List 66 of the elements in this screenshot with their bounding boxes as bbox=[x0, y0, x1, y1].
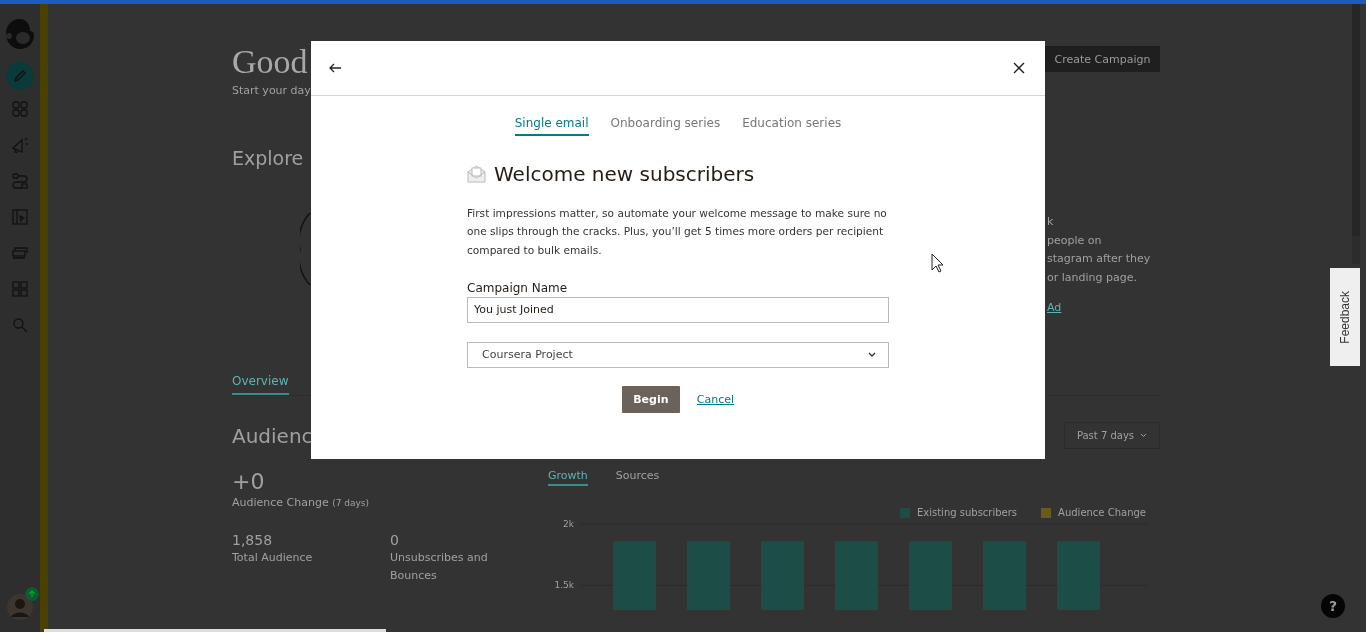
tab[interactable]: Onboarding series bbox=[610, 116, 721, 136]
chart-bar bbox=[909, 541, 952, 610]
close-icon bbox=[1013, 62, 1025, 74]
people-icon[interactable] bbox=[11, 100, 29, 118]
date-range-dropdown[interactable]: Past 7 days bbox=[1064, 422, 1160, 449]
chart-bar bbox=[983, 541, 1026, 610]
legend-swatch bbox=[899, 507, 910, 518]
chart-bar bbox=[613, 541, 656, 610]
stat-label: Unsubscribes and Bounces bbox=[390, 550, 489, 584]
back-button[interactable] bbox=[329, 63, 342, 73]
stat-value: +0 bbox=[232, 469, 266, 495]
cursor-icon bbox=[931, 253, 944, 273]
audience-dropdown[interactable]: Coursera Project bbox=[467, 341, 889, 368]
promo-text: k bbox=[1047, 214, 1055, 230]
legend-label: Existing subscribers bbox=[916, 507, 1018, 518]
description-text: First impressions matter, so automate your welcome message to make sure no one slips through the cracks. Plus, you’ll get 5 times more orders per recipient compared to bulk emails. bbox=[467, 206, 888, 258]
stack-icon[interactable] bbox=[11, 244, 29, 262]
begin-button[interactable]: Begin bbox=[621, 385, 680, 413]
page-icon[interactable] bbox=[11, 208, 29, 226]
chart-bar bbox=[1057, 541, 1100, 610]
greeting: Good bbox=[232, 44, 309, 80]
promo-text: stagram after they bbox=[1047, 251, 1152, 267]
close-button[interactable] bbox=[1013, 62, 1025, 74]
tab[interactable]: Sources bbox=[615, 469, 660, 484]
tab[interactable]: Single email bbox=[514, 116, 589, 136]
ad-link[interactable]: Ad bbox=[1047, 299, 1062, 318]
chevron-icon bbox=[1140, 433, 1148, 438]
promo-text: people on bbox=[1047, 232, 1103, 249]
legend-swatch bbox=[1041, 507, 1052, 518]
section-heading: Audienc bbox=[232, 423, 313, 448]
flow-icon[interactable] bbox=[11, 172, 29, 190]
dialog-heading: Welcome new subscribers bbox=[494, 162, 755, 186]
horizontal-scrollbar[interactable] bbox=[44, 629, 386, 632]
pencil-button[interactable] bbox=[6, 62, 34, 90]
section-heading: Explore bbox=[232, 146, 305, 171]
campaign-name-field[interactable]: You just Joined bbox=[467, 296, 889, 323]
chart-bar bbox=[835, 541, 878, 610]
search-icon[interactable] bbox=[11, 316, 29, 334]
tab[interactable]: Education series bbox=[742, 116, 842, 136]
create-campaign-button[interactable]: Create Campaign bbox=[1045, 46, 1160, 72]
chevron-icon bbox=[868, 352, 876, 358]
subtitle: Start your day bbox=[232, 83, 311, 99]
stat-value: 0 bbox=[390, 531, 400, 549]
chart-bar bbox=[761, 541, 804, 610]
tab[interactable]: Growth bbox=[548, 469, 588, 486]
tab[interactable]: Overview bbox=[232, 371, 289, 395]
envelope-icon bbox=[467, 165, 486, 183]
help-button[interactable]: ? bbox=[1321, 594, 1345, 618]
axis-label: 2k bbox=[563, 519, 574, 529]
chart-bar bbox=[687, 541, 730, 610]
stat-note: (7 days) bbox=[332, 498, 370, 508]
stat-label: Audience Change bbox=[232, 496, 329, 509]
megaphone-icon[interactable] bbox=[11, 136, 29, 154]
feedback-tab[interactable]: Feedback bbox=[1330, 268, 1360, 366]
axis-label: 1.5k bbox=[554, 580, 574, 591]
promo-text: or landing page. bbox=[1047, 269, 1138, 286]
pencil-icon bbox=[13, 69, 27, 83]
grid-icon[interactable] bbox=[11, 280, 29, 298]
back-arrow-icon bbox=[329, 63, 342, 73]
field-label: Campaign Name bbox=[467, 280, 569, 295]
cancel-link[interactable]: Cancel bbox=[696, 392, 735, 406]
legend-label: Audience Change bbox=[1058, 507, 1146, 518]
logo-icon[interactable] bbox=[3, 16, 37, 52]
stat-label: Total Audience bbox=[232, 550, 314, 566]
avatar-icon[interactable] bbox=[7, 594, 33, 620]
stat-value: 1,858 bbox=[232, 531, 274, 549]
